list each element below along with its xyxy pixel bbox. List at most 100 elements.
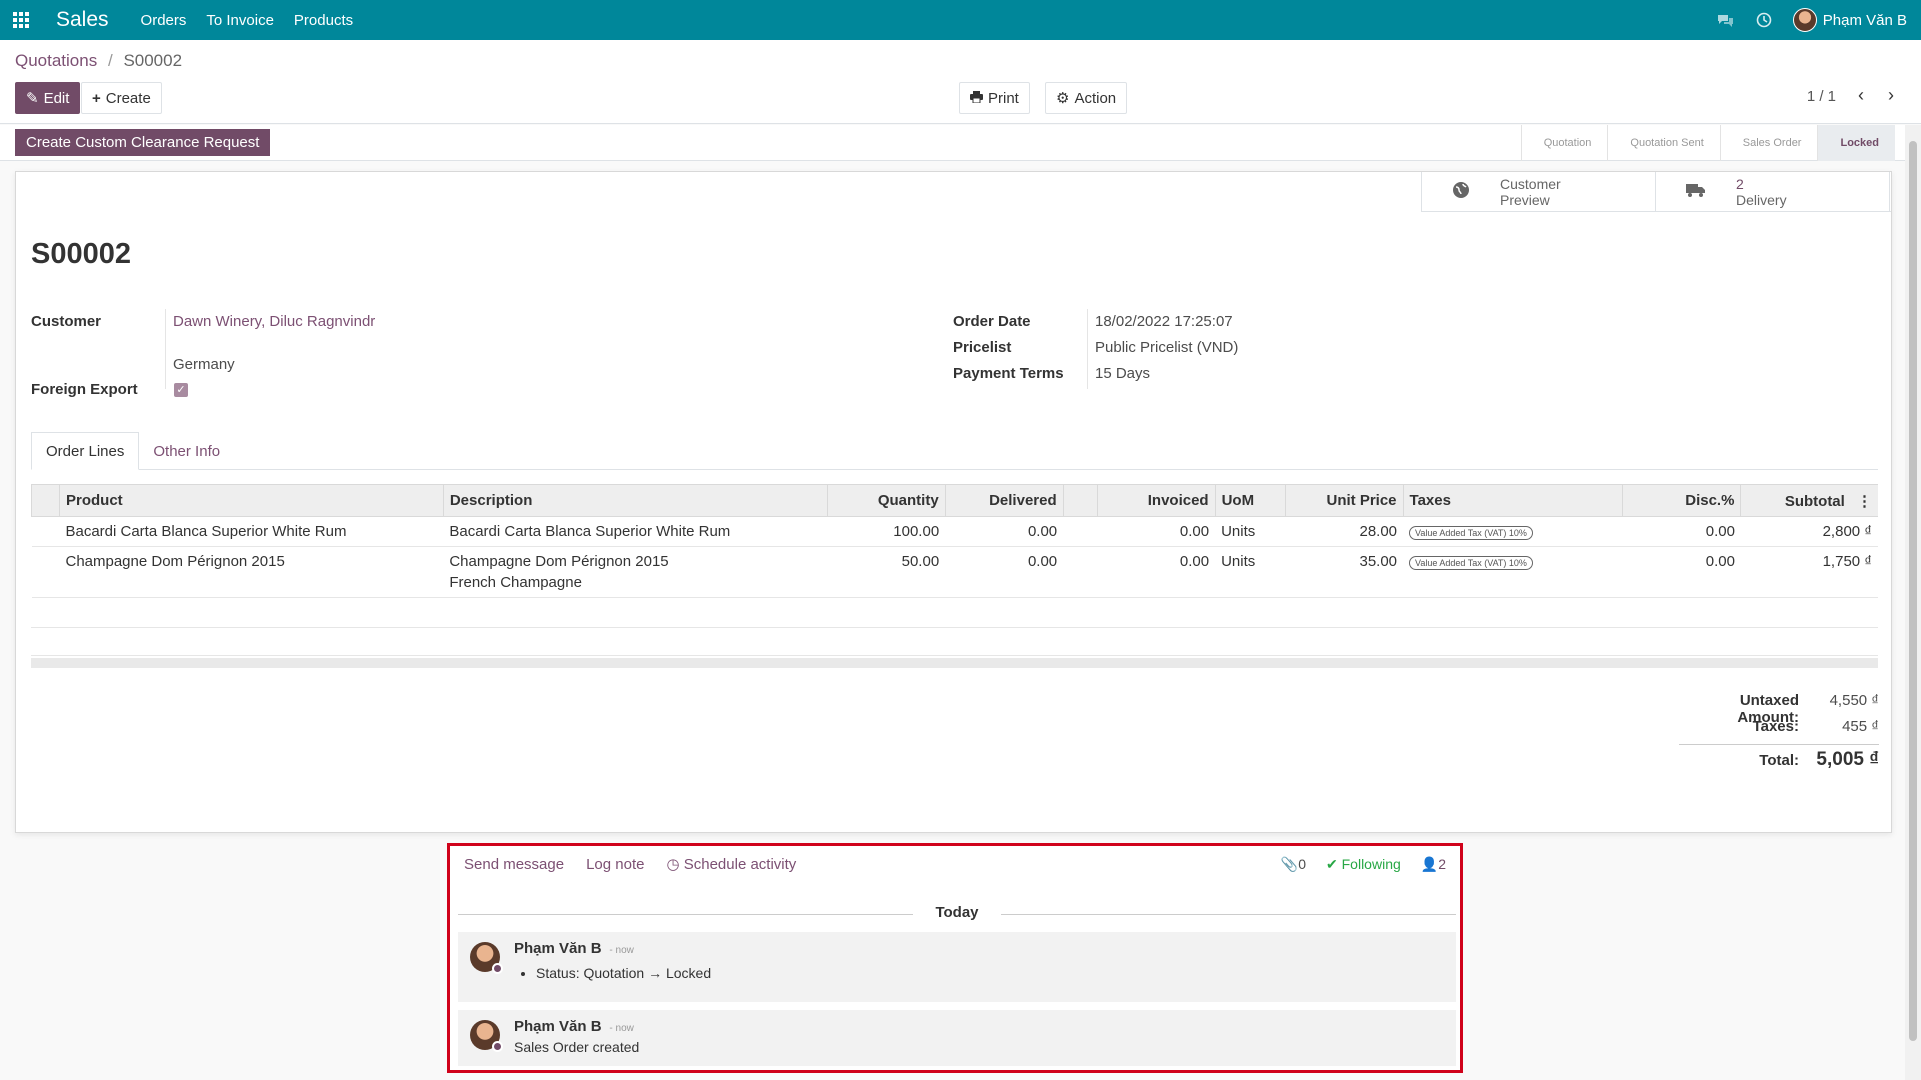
user-menu[interactable]: Phạm Văn B bbox=[1792, 8, 1907, 32]
row-discount: 0.00 bbox=[1622, 546, 1741, 598]
table-row[interactable]: Bacardi Carta Blanca Superior White Rum … bbox=[31, 516, 1878, 547]
send-message-button[interactable]: Send message bbox=[464, 856, 564, 873]
delivery-label: Delivery bbox=[1736, 192, 1787, 208]
column-product[interactable]: Product bbox=[58, 484, 444, 517]
scrollbar-thumb[interactable] bbox=[1909, 141, 1917, 1041]
total-value: 5,005 ₫ bbox=[1816, 749, 1879, 770]
customer-preview-line1: Customer bbox=[1500, 176, 1561, 192]
foreign-export-label: Foreign Export bbox=[31, 381, 138, 398]
column-description[interactable]: Description bbox=[442, 484, 828, 517]
pricelist-label: Pricelist bbox=[953, 339, 1012, 356]
column-taxes[interactable]: Taxes bbox=[1402, 484, 1623, 517]
date-separator: Today bbox=[458, 904, 1456, 921]
message-author[interactable]: Phạm Văn B bbox=[514, 1018, 602, 1035]
chat-icon[interactable] bbox=[1717, 11, 1735, 29]
row-description-line2: French Champagne bbox=[449, 574, 582, 591]
message-author[interactable]: Phạm Văn B bbox=[514, 940, 602, 957]
column-quantity[interactable]: Quantity bbox=[826, 484, 946, 517]
chevron-right-icon[interactable]: › bbox=[1881, 85, 1901, 107]
customer-link[interactable]: Dawn Winery, Diluc Ragnvindr bbox=[173, 313, 375, 330]
table-row[interactable]: Champagne Dom Pérignon 2015 Champagne Do… bbox=[31, 546, 1878, 598]
author-avatar[interactable] bbox=[470, 942, 503, 974]
column-unit-price[interactable]: Unit Price bbox=[1284, 484, 1404, 517]
row-description: Bacardi Carta Blanca Superior White Rum bbox=[443, 516, 828, 547]
log-note-button[interactable]: Log note bbox=[586, 856, 644, 873]
message-time: - now bbox=[609, 945, 634, 956]
stage-quotation[interactable]: Quotation bbox=[1520, 125, 1608, 161]
row-quantity: 50.00 bbox=[827, 546, 946, 598]
menu-products[interactable]: Products bbox=[294, 12, 353, 29]
followers-button[interactable]: 👤2 bbox=[1421, 856, 1446, 873]
create-button[interactable]: + Create bbox=[81, 82, 162, 114]
create-custom-clearance-button[interactable]: Create Custom Clearance Request bbox=[15, 129, 271, 156]
globe-icon bbox=[1452, 181, 1470, 203]
apps-menu-icon[interactable] bbox=[0, 0, 42, 40]
total-label: Total: bbox=[1759, 752, 1799, 769]
message-time: - now bbox=[609, 1023, 634, 1034]
print-button[interactable]: Print bbox=[959, 82, 1030, 114]
order-date-value: 18/02/2022 17:25:07 bbox=[1095, 313, 1233, 330]
avatar bbox=[1792, 8, 1817, 32]
row-description: Champagne Dom Pérignon 2015 French Champ… bbox=[443, 546, 828, 598]
author-avatar[interactable] bbox=[470, 1020, 503, 1052]
foreign-export-checkbox[interactable]: ✓ bbox=[174, 383, 188, 397]
row-uom: Units bbox=[1215, 516, 1286, 547]
statusbar: Create Custom Clearance Request Quotatio… bbox=[0, 125, 1905, 161]
breadcrumb: Quotations / S00002 bbox=[15, 51, 182, 71]
breadcrumb-quotations[interactable]: Quotations bbox=[15, 51, 97, 70]
gear-icon: ⚙ bbox=[1056, 90, 1070, 107]
printer-icon bbox=[970, 90, 983, 107]
column-subtotal[interactable]: Subtotal ⋮ bbox=[1740, 484, 1878, 517]
schedule-activity-button[interactable]: ◷ Schedule activity bbox=[666, 855, 796, 873]
row-delivered: 0.00 bbox=[945, 516, 1064, 547]
taxes-value: 455 ₫ bbox=[1842, 718, 1879, 735]
column-discount[interactable]: Disc.% bbox=[1622, 484, 1741, 517]
empty-table-row bbox=[31, 600, 1878, 628]
row-subtotal: 1,750 ₫ bbox=[1740, 546, 1878, 598]
row-spacer bbox=[1063, 516, 1098, 547]
following-button[interactable]: ✔ Following bbox=[1326, 856, 1401, 873]
untaxed-value: 4,550 ₫ bbox=[1829, 692, 1879, 709]
customer-preview-button[interactable]: Customer Preview bbox=[1422, 172, 1656, 212]
row-delivered: 0.00 bbox=[945, 546, 1064, 598]
row-quantity: 100.00 bbox=[827, 516, 946, 547]
tax-tag: Value Added Tax (VAT) 10% bbox=[1409, 556, 1533, 570]
check-icon: ✔ bbox=[1326, 855, 1338, 872]
tab-other-info[interactable]: Other Info bbox=[139, 432, 234, 470]
edit-label: Edit bbox=[43, 89, 70, 107]
menu-to-invoice[interactable]: To Invoice bbox=[206, 12, 274, 29]
row-invoiced: 0.00 bbox=[1097, 516, 1216, 547]
app-name[interactable]: Sales bbox=[56, 8, 109, 32]
row-product: Champagne Dom Pérignon 2015 bbox=[59, 546, 444, 598]
column-uom[interactable]: UoM bbox=[1214, 484, 1286, 517]
paperclip-icon: 📎 bbox=[1280, 855, 1299, 872]
tax-tag: Value Added Tax (VAT) 10% bbox=[1409, 526, 1533, 540]
delivery-count: 2 bbox=[1736, 176, 1744, 192]
row-description-line1: Champagne Dom Pérignon 2015 bbox=[449, 553, 669, 570]
action-label: Action bbox=[1074, 89, 1117, 107]
row-uom: Units bbox=[1215, 546, 1286, 598]
chevron-left-icon[interactable]: ‹ bbox=[1851, 85, 1871, 107]
delivery-button[interactable]: 2 Delivery bbox=[1656, 172, 1890, 212]
print-label: Print bbox=[988, 89, 1019, 107]
order-lines-table: Product Description Quantity Delivered I… bbox=[31, 484, 1878, 598]
action-button[interactable]: ⚙ Action bbox=[1045, 82, 1128, 114]
menu-orders[interactable]: Orders bbox=[141, 12, 187, 29]
taxes-label: Taxes: bbox=[1752, 718, 1799, 735]
column-options-icon[interactable]: ⋮ bbox=[1857, 493, 1872, 510]
row-handle bbox=[31, 546, 60, 598]
column-delivered[interactable]: Delivered bbox=[944, 484, 1064, 517]
tab-order-lines[interactable]: Order Lines bbox=[31, 432, 140, 470]
edit-button[interactable]: ✎ Edit bbox=[15, 82, 81, 114]
column-invoiced[interactable]: Invoiced bbox=[1096, 484, 1216, 517]
attachments-button[interactable]: 📎0 bbox=[1281, 856, 1306, 873]
message-body: Sales Order created bbox=[514, 1039, 640, 1055]
tracking-value: Status: Quotation → Locked bbox=[536, 965, 1444, 981]
activity-clock-icon[interactable] bbox=[1755, 11, 1773, 29]
stage-locked[interactable]: Locked bbox=[1817, 125, 1895, 161]
page-scrollbar[interactable] bbox=[1905, 125, 1921, 1080]
payment-terms-value: 15 Days bbox=[1095, 365, 1151, 382]
stage-quotation-sent[interactable]: Quotation Sent bbox=[1607, 125, 1719, 161]
top-navbar: Sales Orders To Invoice Products Phạm Vă… bbox=[0, 0, 1921, 40]
stage-sales-order[interactable]: Sales Order bbox=[1719, 125, 1818, 161]
